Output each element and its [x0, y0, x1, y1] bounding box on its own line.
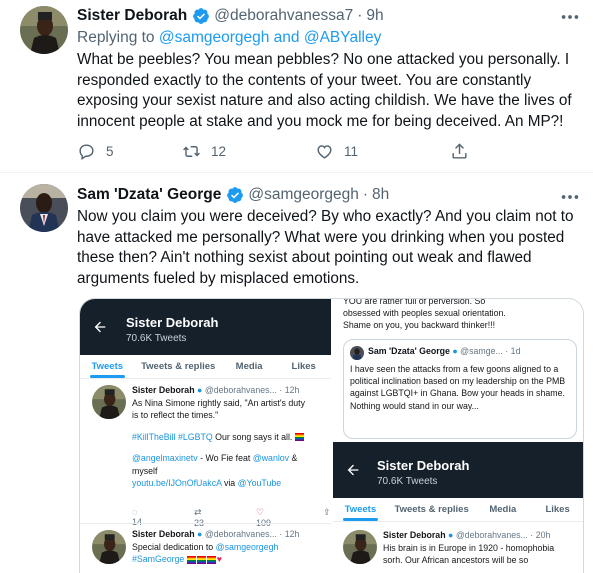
- quoted-tweet[interactable]: Sam 'Dzata' George ● @samge... · 1d I ha…: [343, 339, 577, 439]
- avatar[interactable]: [92, 530, 126, 564]
- like-button[interactable]: 11: [315, 142, 450, 161]
- tweet-header: Sam 'Dzata' George @samgeorgegh · 8h: [77, 186, 390, 204]
- tab-tweets[interactable]: Tweets: [333, 498, 388, 521]
- tab-tweets-replies[interactable]: Tweets & replies: [388, 498, 476, 521]
- tweet-header: Sister Deborah @deborahvanessa7 · 9h: [77, 7, 384, 25]
- share-button[interactable]: [450, 142, 479, 161]
- replying-to: Replying to @samgeorgegh and @ABYalley: [77, 29, 382, 46]
- retweet-count: 12: [211, 144, 227, 159]
- tweet-actions: 5 12 11: [77, 142, 479, 161]
- tweet-sister-deborah[interactable]: Sister Deborah @deborahvanessa7 · 9h Rep…: [0, 0, 593, 172]
- handle[interactable]: @samgeorgegh: [248, 186, 359, 204]
- timestamp[interactable]: 8h: [372, 186, 389, 204]
- mini-tweet: Sister Deborah ● @deborahvanes... · 12h …: [132, 385, 305, 488]
- more-options-icon[interactable]: [559, 186, 581, 208]
- verified-badge-icon: [226, 186, 244, 204]
- rainbow-flag-icon: [294, 433, 304, 442]
- replying-to-link[interactable]: @samgeorgegh and @ABYalley: [159, 29, 381, 46]
- mini-tweet: Sister Deborah ● @deborahvanes... · 12h …: [132, 529, 300, 564]
- verified-badge-icon: [192, 7, 210, 25]
- tab-likes[interactable]: Likes: [530, 498, 583, 521]
- tweet-count: 70.6K Tweets: [377, 476, 438, 487]
- screenshot-profile-right[interactable]: Sister Deborah 70.6K Tweets Tweets Tweet…: [333, 442, 583, 573]
- profile-title: Sister Deborah: [126, 315, 219, 330]
- profile-title: Sister Deborah: [377, 458, 470, 473]
- profile-tabs: Tweets Tweets & replies Media Likes: [333, 498, 583, 522]
- divider: [80, 523, 331, 524]
- retweet-button[interactable]: 12: [182, 142, 315, 161]
- avatar[interactable]: [20, 184, 68, 232]
- display-name[interactable]: Sister Deborah: [77, 7, 187, 25]
- avatar[interactable]: [92, 385, 126, 419]
- tab-media[interactable]: Media: [475, 498, 530, 521]
- heart-icon: ♡: [256, 507, 265, 517]
- tab-likes[interactable]: Likes: [276, 355, 331, 378]
- profile-header: Sister Deborah 70.6K Tweets: [80, 299, 331, 355]
- tweet-text: Now you claim you were deceived? By who …: [77, 208, 574, 287]
- profile-header: Sister Deborah 70.6K Tweets: [333, 442, 583, 498]
- share-icon: [452, 143, 467, 159]
- mini-tweet: Sister Deborah ● @deborahvanes... · 20h …: [383, 530, 555, 565]
- reply-button[interactable]: 5: [77, 142, 182, 161]
- more-options-icon[interactable]: [559, 6, 581, 28]
- screenshot-profile-left[interactable]: Sister Deborah 70.6K Tweets Tweets Tweet…: [80, 299, 331, 573]
- avatar[interactable]: [343, 530, 377, 564]
- reply-text: YOU are rather full of perversion. So ob…: [343, 299, 506, 330]
- back-arrow-icon[interactable]: [345, 462, 361, 483]
- reply-count: 5: [106, 144, 114, 159]
- profile-tabs: Tweets Tweets & replies Media Likes: [80, 355, 331, 379]
- tab-tweets-replies[interactable]: Tweets & replies: [135, 355, 222, 378]
- retweet-icon: [183, 146, 200, 157]
- tweet-count: 70.6K Tweets: [126, 333, 187, 344]
- share-icon[interactable]: ⇪: [323, 507, 331, 528]
- avatar: [350, 346, 364, 360]
- tweet-text: What be peebles? You mean pebbles? No on…: [77, 51, 572, 130]
- heart-icon: [317, 145, 332, 159]
- tweet-media-collage[interactable]: Sister Deborah 70.6K Tweets Tweets Tweet…: [79, 298, 584, 573]
- timestamp[interactable]: 9h: [366, 7, 383, 25]
- display-name[interactable]: Sam 'Dzata' George: [77, 186, 221, 204]
- like-count: 11: [344, 144, 359, 159]
- tab-media[interactable]: Media: [222, 355, 277, 378]
- handle[interactable]: @deborahvanessa7: [214, 7, 353, 25]
- reply-icon: [79, 144, 94, 160]
- mini-tweet-actions: ◌ 14 ⇄ 23 ♡ 109 ⇪: [132, 507, 331, 528]
- back-arrow-icon[interactable]: [92, 319, 108, 340]
- avatar[interactable]: [20, 6, 68, 54]
- screenshot-quote-right[interactable]: YOU are rather full of perversion. So ob…: [333, 299, 583, 440]
- tab-tweets[interactable]: Tweets: [80, 355, 135, 378]
